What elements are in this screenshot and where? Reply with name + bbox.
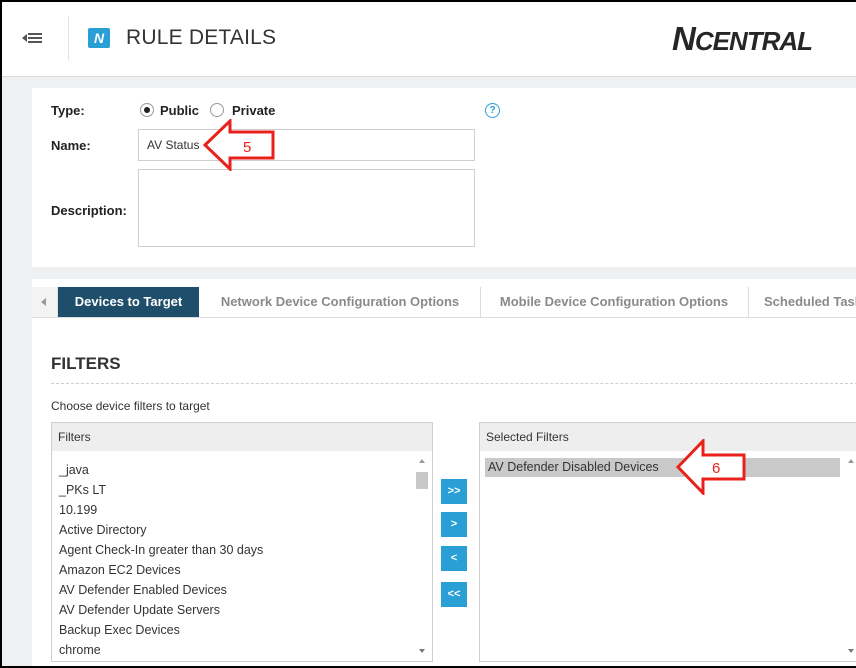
tab-devices-to-target[interactable]: Devices to Target — [58, 287, 199, 317]
callout-arrow-6: 6 — [676, 439, 746, 495]
available-filters-list[interactable]: Filters _java _PKs LT 10.199 Active Dire… — [51, 422, 433, 662]
add-button[interactable]: > — [441, 512, 467, 537]
list-item[interactable]: 10.199 — [52, 500, 263, 520]
name-label: Name: — [51, 138, 91, 153]
scroll-down-icon[interactable] — [419, 649, 425, 653]
list-item[interactable]: _java — [52, 460, 263, 480]
callout-number-6: 6 — [712, 460, 720, 477]
tab-scheduled-tasks[interactable]: Scheduled Tasks — [750, 287, 856, 317]
tab-mobile-device-config[interactable]: Mobile Device Configuration Options — [482, 287, 746, 317]
name-input[interactable]: AV Status — [138, 129, 475, 161]
selected-filters-header: Selected Filters — [480, 423, 856, 451]
ncentral-app-icon: N — [88, 28, 110, 48]
scroll-up-icon[interactable] — [419, 459, 425, 463]
scroll-up-icon[interactable] — [848, 459, 854, 463]
remove-button[interactable]: < — [441, 546, 467, 571]
description-label: Description: — [51, 203, 127, 218]
list-item[interactable]: Amazon EC2 Devices — [52, 560, 263, 580]
selected-filters-list[interactable]: Selected Filters AV Defender Disabled De… — [479, 422, 856, 662]
section-divider — [51, 383, 856, 384]
available-filters-header: Filters — [52, 423, 432, 451]
logo-word: CENTRAL — [694, 26, 813, 56]
list-item[interactable]: Backup Exec Devices — [52, 620, 263, 640]
tab-divider — [480, 287, 481, 317]
page-header: N RULE DETAILS NCENTRAL — [2, 2, 856, 77]
callout-arrow-5: 5 — [203, 119, 275, 171]
scrollbar-thumb[interactable] — [416, 472, 428, 489]
filters-instruction: Choose device filters to target — [51, 399, 210, 413]
available-filters-items: _java _PKs LT 10.199 Active Directory Ag… — [52, 460, 263, 660]
filters-heading: FILTERS — [51, 354, 121, 373]
help-icon[interactable]: ? — [485, 103, 500, 118]
tab-divider — [748, 287, 749, 317]
scroll-down-icon[interactable] — [848, 649, 854, 653]
description-textarea[interactable] — [138, 169, 475, 247]
list-item[interactable]: chrome — [52, 640, 263, 660]
callout-number-5: 5 — [243, 139, 251, 156]
add-all-button[interactable]: >> — [441, 479, 467, 504]
app-frame: N RULE DETAILS NCENTRAL Type: Public Pri… — [0, 0, 856, 668]
list-item[interactable]: Active Directory — [52, 520, 263, 540]
tab-network-device-config[interactable]: Network Device Configuration Options — [202, 287, 478, 317]
list-item[interactable]: Agent Check-In greater than 30 days — [52, 540, 263, 560]
ncentral-logo: NCENTRAL — [672, 20, 813, 58]
remove-all-button[interactable]: << — [441, 582, 467, 607]
selected-filter-item[interactable]: AV Defender Disabled Devices — [485, 458, 840, 477]
public-radio[interactable] — [140, 103, 154, 117]
public-radio-label[interactable]: Public — [160, 103, 199, 118]
logo-letter: N — [672, 20, 696, 57]
page-title: RULE DETAILS — [126, 26, 277, 49]
list-item[interactable]: AV Defender Update Servers — [52, 600, 263, 620]
type-label: Type: — [51, 103, 85, 118]
collapse-menu-icon[interactable] — [22, 30, 42, 46]
tab-scroll-left-icon[interactable] — [32, 287, 58, 317]
header-divider — [68, 16, 69, 60]
list-item[interactable]: _PKs LT — [52, 480, 263, 500]
list-item[interactable]: AV Defender Enabled Devices — [52, 580, 263, 600]
private-radio[interactable] — [210, 103, 224, 117]
private-radio-label[interactable]: Private — [232, 103, 275, 118]
